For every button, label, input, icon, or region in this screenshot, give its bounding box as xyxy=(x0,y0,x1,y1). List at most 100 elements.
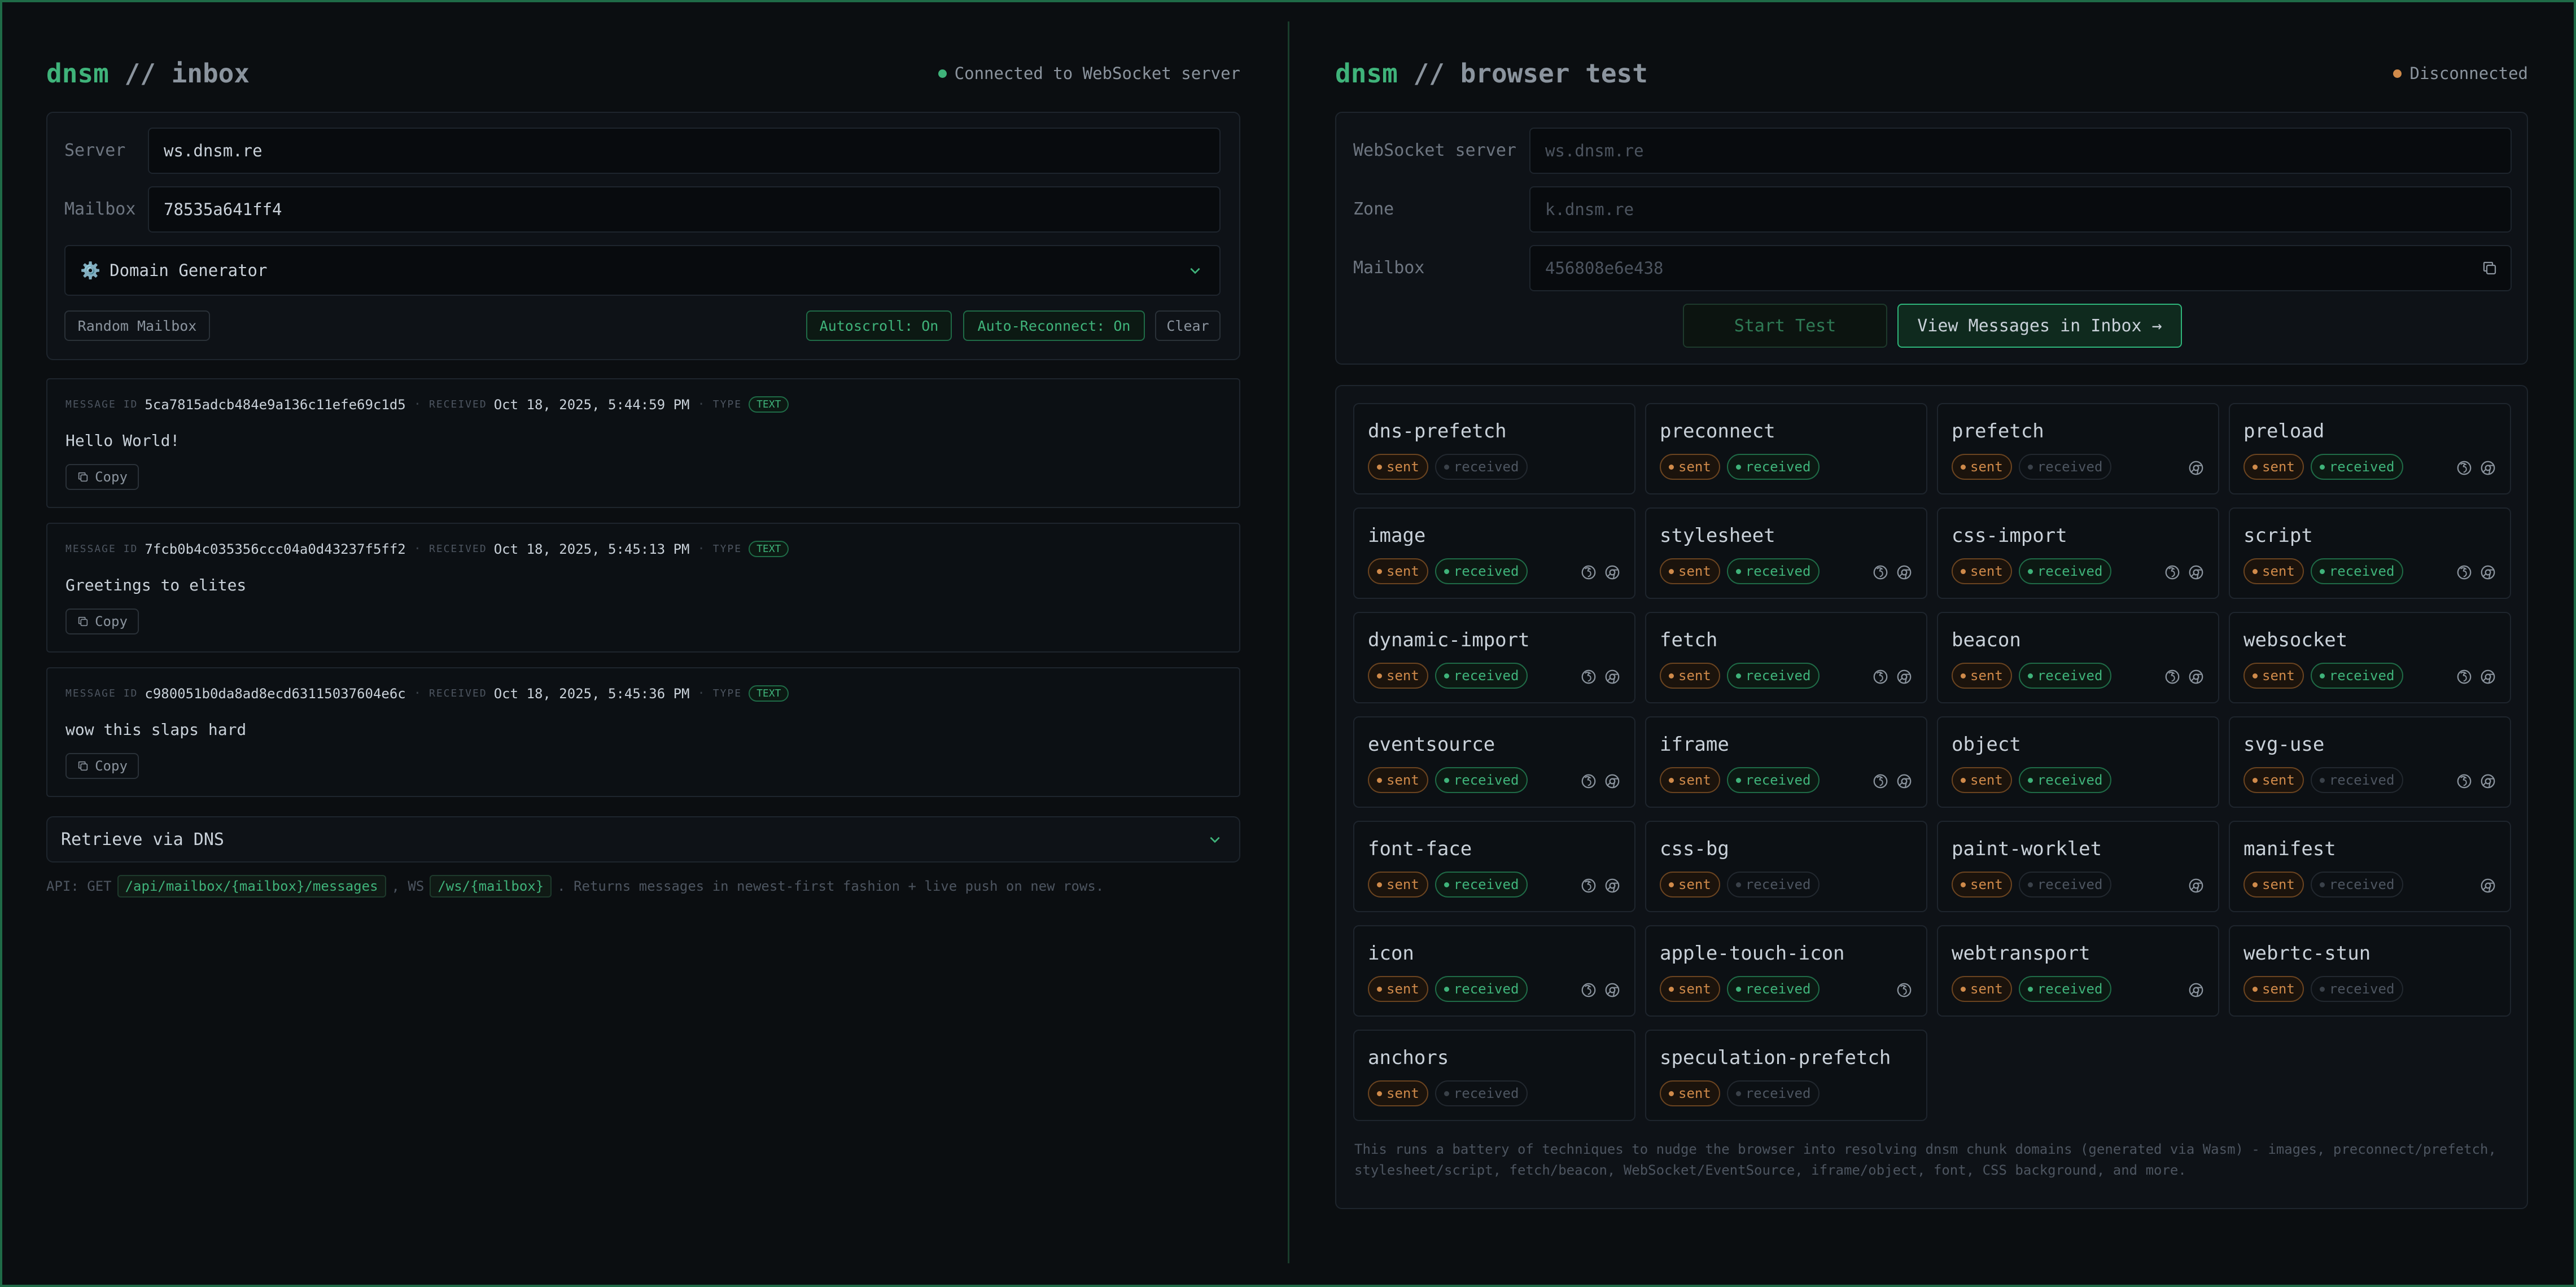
autoscroll-toggle[interactable]: Autoscroll: On xyxy=(806,310,952,341)
technique-card: anchors sent received xyxy=(1353,1030,1635,1121)
copy-button[interactable]: Copy xyxy=(65,609,139,634)
connection-status-text: Connected to WebSocket server xyxy=(954,64,1240,83)
random-mailbox-button[interactable]: Random Mailbox xyxy=(64,310,210,341)
technique-status: sent received xyxy=(1952,767,2118,793)
techniques-panel: dns-prefetch sent received preconnect sent re… xyxy=(1335,385,2528,1209)
chrome-icon xyxy=(1605,878,1620,893)
technique-name: webrtc-stun xyxy=(2243,942,2371,965)
technique-name: css-bg xyxy=(1660,838,1729,860)
server-field[interactable]: ws.dnsm.re xyxy=(148,128,1221,174)
technique-name: stylesheet xyxy=(1660,524,1775,547)
technique-name: dns-prefetch xyxy=(1368,420,1507,443)
sent-pill: sent xyxy=(1952,767,2012,793)
received-pill: received xyxy=(1726,767,1820,793)
zone-input[interactable]: k.dnsm.re xyxy=(1529,186,2512,233)
technique-status: sent received xyxy=(1952,872,2118,898)
technique-name: apple-touch-icon xyxy=(1660,942,1845,965)
browser-icons xyxy=(2449,564,2496,581)
chrome-icon xyxy=(2481,774,2495,789)
technique-name: font-face xyxy=(1368,838,1472,860)
type-label: TYPE xyxy=(712,688,742,699)
brand-name: dnsm xyxy=(46,58,109,89)
technique-name: icon xyxy=(1368,942,1414,965)
chrome-icon xyxy=(1605,565,1620,580)
technique-card: stylesheet sent received xyxy=(1645,507,1927,599)
sent-pill: sent xyxy=(1368,663,1428,689)
column-divider xyxy=(1288,21,1289,1263)
technique-card: speculation-prefetch sent received xyxy=(1645,1030,1927,1121)
received-label: RECEIVED xyxy=(429,399,487,410)
copy-icon[interactable] xyxy=(2481,260,2498,277)
chrome-icon xyxy=(2189,878,2203,893)
mailbox-field[interactable]: 78535a641ff4 xyxy=(148,186,1221,233)
copy-button[interactable]: Copy xyxy=(65,753,139,779)
firefox-icon xyxy=(1581,983,1596,997)
received-pill: received xyxy=(2018,454,2112,480)
technique-status: sent received xyxy=(1660,663,1826,689)
firefox-icon xyxy=(2457,461,2472,475)
clear-button[interactable]: Clear xyxy=(1155,310,1221,341)
type-label: TYPE xyxy=(712,399,742,410)
received-pill: received xyxy=(2310,558,2404,584)
view-messages-button[interactable]: View Messages in Inbox → xyxy=(1897,304,2182,348)
received-pill: received xyxy=(2310,872,2404,898)
browser-icons xyxy=(1865,668,1913,685)
received-pill: received xyxy=(1726,1080,1820,1106)
technique-name: websocket xyxy=(2243,629,2348,651)
technique-card: dynamic-import sent received xyxy=(1353,612,1635,703)
mailbox-label: Mailbox xyxy=(64,199,136,219)
sent-pill: sent xyxy=(2243,872,2304,898)
received-pill: received xyxy=(2310,976,2404,1002)
firefox-icon xyxy=(1581,669,1596,684)
received-pill: received xyxy=(1726,872,1820,898)
browser-icons xyxy=(1573,877,1621,894)
message-id: c980051b0da8ad8ecd63115037604e6c xyxy=(145,685,406,702)
copy-label: Copy xyxy=(95,469,128,485)
mailbox-value: 78535a641ff4 xyxy=(164,200,282,219)
sent-pill: sent xyxy=(1660,558,1720,584)
ws-server-input[interactable]: ws.dnsm.re xyxy=(1529,128,2512,174)
type-label: TYPE xyxy=(712,543,742,555)
gear-icon: ⚙️ xyxy=(80,260,101,280)
received-pill: received xyxy=(1726,663,1820,689)
message-body: wow this slaps hard xyxy=(65,720,247,739)
technique-card: icon sent received xyxy=(1353,925,1635,1017)
sent-pill: sent xyxy=(1660,1080,1720,1106)
copy-icon xyxy=(78,616,88,627)
technique-status: sent received xyxy=(1660,767,1826,793)
brand-name: dnsm xyxy=(1335,58,1398,89)
test-title: dnsm // browser test xyxy=(1335,58,1648,89)
dns-section-toggle[interactable]: Retrieve via DNS xyxy=(46,816,1240,863)
technique-status: sent received xyxy=(2243,454,2410,480)
browser-icons xyxy=(2181,459,2205,476)
received-pill: received xyxy=(1434,663,1528,689)
test-status-text: Disconnected xyxy=(2409,64,2528,83)
chrome-icon xyxy=(2481,669,2495,684)
firefox-icon xyxy=(2457,669,2472,684)
auto-reconnect-toggle[interactable]: Auto-Reconnect: On xyxy=(963,310,1145,341)
browser-icons xyxy=(2473,877,2496,894)
chrome-icon xyxy=(2481,461,2495,475)
chrome-icon xyxy=(1897,565,1912,580)
sent-pill: sent xyxy=(1952,454,2012,480)
received-pill: received xyxy=(2310,454,2404,480)
domain-generator-toggle[interactable]: ⚙️ Domain Generator xyxy=(64,245,1221,296)
sent-pill: sent xyxy=(1952,976,2012,1002)
browser-icons xyxy=(2157,668,2205,685)
message-type-badge: TEXT xyxy=(749,541,789,557)
received-pill: received xyxy=(1434,872,1528,898)
technique-status: sent received xyxy=(1660,976,1826,1002)
copy-button[interactable]: Copy xyxy=(65,464,139,490)
start-test-button[interactable]: Start Test xyxy=(1683,304,1887,348)
technique-status: sent received xyxy=(2243,663,2410,689)
chevron-down-icon xyxy=(1190,268,1200,274)
browser-icons xyxy=(1865,773,1913,790)
test-mailbox-field[interactable]: 456808e6e438 xyxy=(1529,245,2512,291)
copy-label: Copy xyxy=(95,614,128,629)
message-meta: MESSAGE ID 5ca7815adcb484e9a136c11efe69c1… xyxy=(65,396,789,413)
message-id-label: MESSAGE ID xyxy=(65,688,138,699)
technique-status: sent received xyxy=(1952,663,2118,689)
technique-status: sent received xyxy=(1952,454,2118,480)
browser-icons xyxy=(1573,982,1621,999)
chrome-icon xyxy=(2189,669,2203,684)
